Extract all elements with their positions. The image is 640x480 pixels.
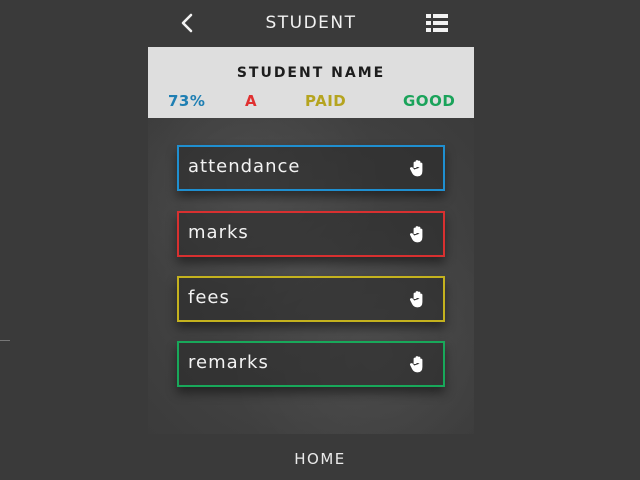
hand-icon [409, 226, 423, 243]
fee-status: PAID [305, 92, 347, 110]
attendance-card[interactable]: attendance [177, 145, 445, 191]
hand-icon [409, 160, 423, 177]
hand-icon [409, 291, 423, 308]
student-name: STUDENT NAME [236, 65, 386, 81]
remarks-card[interactable]: remarks [177, 341, 445, 387]
marks-label: marks [188, 222, 249, 243]
grade-value: A [245, 92, 258, 110]
home-button[interactable]: HOME [0, 450, 640, 468]
edge-divider [0, 340, 10, 341]
list-icon [426, 14, 448, 32]
fees-card[interactable]: fees [177, 276, 445, 322]
attendance-percentage: 73% [168, 92, 206, 110]
marks-card[interactable]: marks [177, 211, 445, 257]
student-summary: STUDENT NAME 73% A PAID GOOD [148, 47, 474, 118]
chalkboard-panel: attendance marks fees remarks [148, 118, 474, 434]
attendance-label: attendance [188, 156, 301, 177]
remark-status: GOOD [403, 92, 456, 110]
fees-label: fees [188, 287, 230, 308]
top-bar: STUDENT [148, 0, 474, 47]
hand-icon [409, 356, 423, 373]
menu-button[interactable] [426, 13, 448, 33]
remarks-label: remarks [188, 352, 269, 373]
